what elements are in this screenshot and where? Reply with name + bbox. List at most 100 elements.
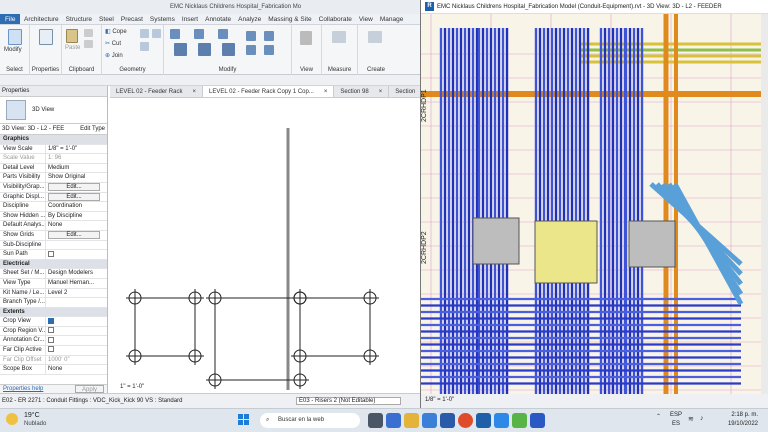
array-icon[interactable]: [246, 45, 256, 55]
canvas-scale[interactable]: 1" = 1'-0": [118, 384, 147, 390]
property-value[interactable]: 1: 96: [45, 154, 107, 163]
workset-selector[interactable]: E03 - Risers 2 (Not Editable): [296, 397, 401, 405]
tray-up-icon[interactable]: ⌃: [656, 413, 661, 420]
document-tab[interactable]: LEVEL 02 - Feeder Rack Copy 1 Cop... ×: [203, 86, 335, 97]
measure-icon[interactable]: [332, 31, 346, 43]
property-value[interactable]: Coordination: [45, 202, 107, 211]
property-value[interactable]: 1/8" = 1'-0": [45, 144, 107, 154]
document-tab[interactable]: Section 98 ×: [334, 86, 390, 97]
property-section[interactable]: Graphics: [0, 135, 107, 145]
mirror-icon[interactable]: [218, 29, 228, 39]
property-value[interactable]: Edit...: [45, 192, 107, 202]
file-explorer-icon[interactable]: [404, 413, 419, 428]
junction-box-right[interactable]: [628, 220, 676, 268]
menu-tab-file[interactable]: File: [0, 14, 21, 24]
instance-selector[interactable]: 3D View: 3D - L2 - FEE: [0, 124, 78, 134]
rack-outline[interactable]: [299, 297, 371, 357]
store-icon[interactable]: [422, 413, 437, 428]
drawing-canvas[interactable]: [110, 98, 420, 393]
property-value[interactable]: Manuel Hernan...: [45, 278, 107, 288]
menu-tab-collaborate[interactable]: Collaborate: [315, 16, 355, 23]
property-value[interactable]: 1000' 0": [45, 355, 107, 365]
paste-button[interactable]: Paste: [65, 45, 80, 51]
document-tab[interactable]: LEVEL 02 - Feeder Rack ×: [110, 86, 203, 97]
menu-tab-view[interactable]: View: [355, 16, 376, 23]
pin-icon[interactable]: [264, 45, 274, 55]
align-icon[interactable]: [170, 29, 180, 39]
property-section[interactable]: Electrical: [0, 259, 107, 270]
property-value[interactable]: None: [45, 221, 107, 230]
edge-icon[interactable]: [386, 413, 401, 428]
property-value[interactable]: Edit...: [45, 182, 107, 192]
menu-tab-insert[interactable]: Insert: [178, 16, 201, 23]
wall-join-icon[interactable]: [152, 29, 161, 38]
checkbox[interactable]: [48, 250, 54, 257]
menu-tab-manage[interactable]: Manage: [376, 16, 407, 23]
paste-icon[interactable]: [66, 29, 78, 43]
property-value[interactable]: By Discipline: [45, 211, 107, 221]
junction-box-selected[interactable]: [534, 220, 598, 284]
revit-taskbar-icon[interactable]: [476, 413, 491, 428]
wifi-icon[interactable]: ≋: [688, 415, 694, 423]
property-value[interactable]: Design Modelers: [45, 269, 107, 278]
property-value[interactable]: [45, 240, 107, 250]
property-value[interactable]: Medium: [45, 163, 107, 173]
menu-tab-steel[interactable]: Steel: [96, 16, 118, 23]
property-value[interactable]: [45, 298, 107, 307]
cut-button[interactable]: ✂ Cut: [105, 40, 121, 47]
copy-element-icon[interactable]: [198, 43, 211, 56]
volume-icon[interactable]: ♪: [700, 415, 704, 422]
view-icon[interactable]: [300, 31, 312, 45]
menu-tab-massing-site[interactable]: Massing & Site: [265, 16, 315, 23]
property-section[interactable]: Extents: [0, 307, 107, 318]
move-icon[interactable]: [174, 43, 187, 56]
properties-icon[interactable]: [39, 29, 53, 45]
menu-tab-systems[interactable]: Systems: [146, 16, 178, 23]
copy-icon[interactable]: [84, 29, 93, 37]
teams-icon[interactable]: [512, 413, 527, 428]
cope-button[interactable]: ◧ Cope: [105, 28, 127, 35]
checkbox[interactable]: [48, 346, 54, 353]
junction-box-left[interactable]: [472, 217, 520, 265]
property-value[interactable]: [45, 326, 107, 336]
task-view-icon[interactable]: [368, 413, 383, 428]
lang-code[interactable]: ESP: [670, 412, 682, 418]
create-icon[interactable]: [368, 31, 382, 43]
property-value[interactable]: Edit...: [45, 230, 107, 240]
menu-tab-analyze[interactable]: Analyze: [235, 16, 265, 23]
split-face-icon[interactable]: [140, 42, 149, 51]
property-value[interactable]: [45, 346, 107, 355]
property-value[interactable]: [45, 317, 107, 326]
document-tab[interactable]: Section×: [389, 86, 420, 97]
close-tab-icon[interactable]: ×: [324, 86, 328, 97]
offset-icon[interactable]: [194, 29, 204, 39]
checkbox[interactable]: [48, 317, 54, 324]
rack-outline[interactable]: [134, 297, 196, 357]
edit-button[interactable]: Edit...: [48, 182, 100, 191]
close-tab-icon[interactable]: ×: [379, 86, 383, 97]
geometry-tool-icon[interactable]: [140, 29, 149, 38]
mail-icon[interactable]: [440, 413, 455, 428]
trim-icon[interactable]: [246, 31, 256, 41]
close-tab-icon[interactable]: ×: [192, 86, 196, 97]
rotate-icon[interactable]: [222, 43, 235, 56]
search-box[interactable]: ⌕ Buscar en la web: [260, 413, 360, 428]
properties-help-link[interactable]: Properties help: [3, 385, 43, 393]
property-value[interactable]: None: [45, 365, 107, 374]
modify-button[interactable]: Modify: [4, 47, 22, 53]
checkbox[interactable]: [48, 336, 54, 343]
app-icon[interactable]: [530, 413, 545, 428]
edit-button[interactable]: Edit...: [48, 230, 100, 239]
checkbox[interactable]: [48, 327, 54, 334]
type-selector[interactable]: 3D View: [0, 97, 107, 124]
opera-icon[interactable]: [458, 413, 473, 428]
edit-type-button[interactable]: Edit Type: [78, 124, 107, 134]
menu-tab-annotate[interactable]: Annotate: [202, 16, 235, 23]
menu-tab-architecture[interactable]: Architecture: [20, 16, 62, 23]
3d-view-canvas[interactable]: 2CRHDP1 2CRHDP2: [421, 14, 761, 394]
join-button[interactable]: ⊕ Join: [105, 52, 123, 59]
clock-time[interactable]: 2:18 p. m.: [718, 412, 758, 418]
menu-tab-structure[interactable]: Structure: [62, 16, 95, 23]
scale-icon[interactable]: [264, 31, 274, 41]
drive-icon[interactable]: [494, 413, 509, 428]
